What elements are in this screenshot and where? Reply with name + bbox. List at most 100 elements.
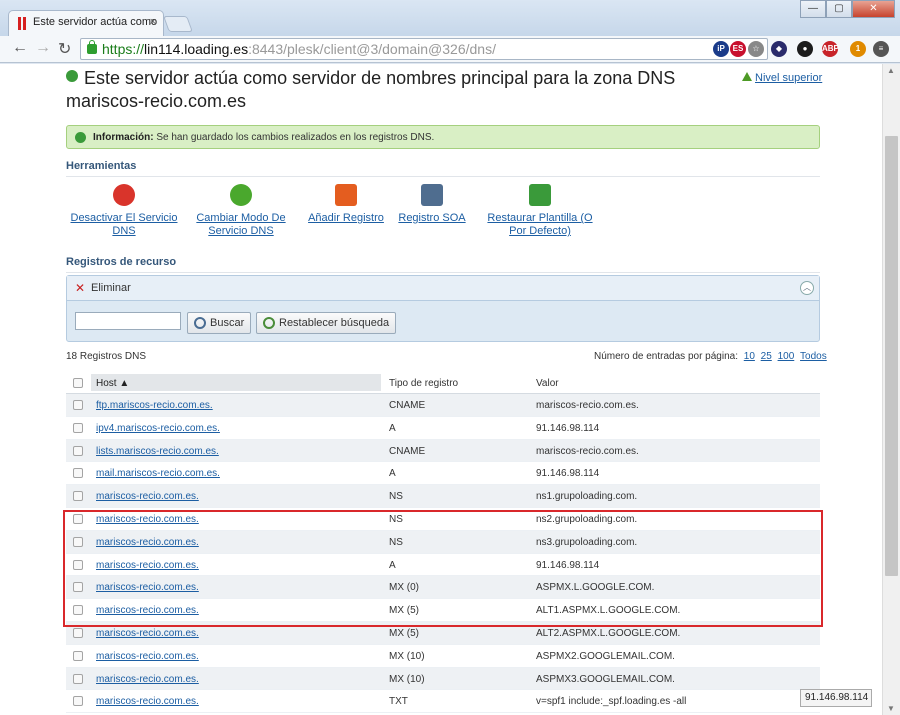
extension-icon[interactable]: iP: [713, 41, 729, 57]
per-page-all[interactable]: Todos: [800, 351, 827, 362]
record-value: ns2.grupoloading.com.: [536, 513, 638, 525]
row-checkbox[interactable]: [73, 468, 83, 479]
success-check-icon: [66, 70, 78, 82]
row-checkbox[interactable]: [73, 513, 83, 524]
row-checkbox[interactable]: [73, 650, 83, 661]
reset-search-button[interactable]: Restablecer búsqueda: [256, 312, 397, 334]
extension-icon[interactable]: ●: [797, 41, 813, 57]
records-heading: Registros de recurso: [66, 256, 820, 273]
record-value: ALT1.ASPMX.L.GOOGLE.COM.: [536, 605, 681, 617]
tool-power[interactable]: Desactivar El Servicio DNS: [70, 184, 178, 238]
table-row: ftp.mariscos-recio.com.es. CNAME mariscos-…: [66, 394, 820, 417]
record-value: ns1.grupoloading.com.: [536, 491, 638, 503]
collapse-icon[interactable]: ︿: [800, 281, 814, 295]
magnifier-icon: [194, 317, 206, 329]
page-content: Este servidor actúa como servidor de nom…: [0, 64, 882, 715]
record-value: ALT2.ASPMX.L.GOOGLE.COM.: [536, 627, 681, 639]
record-type: MX (10): [389, 673, 425, 685]
record-host-link[interactable]: mariscos-recio.com.es.: [96, 537, 199, 548]
scroll-down-icon[interactable]: ▼: [887, 704, 895, 713]
table-row: mariscos-recio.com.es. MX (5) ALT1.ASPMX.L…: [66, 599, 820, 622]
row-checkbox[interactable]: [73, 422, 83, 433]
record-host-link[interactable]: mariscos-recio.com.es.: [96, 582, 199, 593]
row-checkbox[interactable]: [73, 491, 83, 502]
record-type: A: [389, 559, 396, 571]
browser-toolbar: ← → ↻ https://lin114.loading.es:8443/ple…: [0, 36, 900, 63]
table-row: mail.mariscos-recio.com.es. A 91.146.98.11…: [66, 462, 820, 486]
extension-icon[interactable]: 1: [850, 41, 866, 57]
record-host-link[interactable]: mariscos-recio.com.es.: [96, 491, 199, 502]
record-value: ASPMX.L.GOOGLE.COM.: [536, 582, 655, 594]
table-row: mariscos-recio.com.es. NS ns1.grupoloading…: [66, 485, 820, 508]
scrollbar-thumb[interactable]: [885, 136, 898, 576]
maximize-button[interactable]: ▢: [826, 0, 852, 18]
record-host-link[interactable]: mariscos-recio.com.es.: [96, 674, 199, 685]
tab-close-icon[interactable]: ×: [150, 16, 156, 28]
per-page-10[interactable]: 10: [744, 351, 755, 362]
new-tab-button[interactable]: [163, 16, 193, 32]
table-row: mariscos-recio.com.es. MX (10) ASPMX3.GOOG…: [66, 667, 820, 691]
reset-icon: [263, 317, 275, 329]
up-level-link[interactable]: Nivel superior: [742, 72, 822, 84]
record-host-link[interactable]: mariscos-recio.com.es.: [96, 560, 199, 571]
extension-icon[interactable]: ≡: [873, 41, 889, 57]
extension-icon[interactable]: ABP: [822, 41, 839, 57]
search-input[interactable]: [75, 312, 181, 330]
forward-button[interactable]: →: [35, 39, 51, 57]
record-host-link[interactable]: mail.mariscos-recio.com.es.: [96, 468, 220, 479]
reload-button[interactable]: ↻: [58, 39, 71, 59]
record-host-link[interactable]: mariscos-recio.com.es.: [96, 628, 199, 639]
back-button[interactable]: ←: [12, 39, 28, 57]
delete-button[interactable]: Eliminar: [91, 282, 131, 294]
row-checkbox[interactable]: [73, 400, 83, 410]
column-type: Tipo de registro: [389, 378, 459, 389]
url-path: :8443/plesk/client@3/domain@326/dns/: [248, 41, 496, 57]
browser-tab[interactable]: Este servidor actúa como ×: [8, 10, 164, 36]
tool-document-check[interactable]: Restaurar Plantilla (O Por Defecto): [484, 184, 596, 238]
tool-flag-add[interactable]: Añadir Registro: [308, 184, 384, 225]
table-row: mariscos-recio.com.es. MX (0) ASPMX.L.GOOG…: [66, 576, 820, 600]
select-all-checkbox[interactable]: [73, 378, 83, 388]
row-checkbox[interactable]: [73, 536, 83, 547]
delete-icon: ✕: [75, 281, 86, 295]
record-host-link[interactable]: ftp.mariscos-recio.com.es.: [96, 400, 213, 411]
tool-refresh[interactable]: Cambiar Modo De Servicio DNS: [196, 184, 286, 238]
table-row: mariscos-recio.com.es. A 91.146.98.114: [66, 554, 820, 577]
per-page-100[interactable]: 100: [778, 351, 795, 362]
extension-icon[interactable]: ES: [730, 41, 746, 57]
record-host-link[interactable]: mariscos-recio.com.es.: [96, 651, 199, 662]
row-checkbox[interactable]: [73, 445, 83, 456]
browser-titlebar: Este servidor actúa como × — ▢ ✕: [0, 0, 900, 36]
record-type: MX (5): [389, 627, 419, 639]
record-value: ASPMX3.GOOGLEMAIL.COM.: [536, 673, 675, 685]
row-checkbox[interactable]: [73, 582, 83, 593]
page-scrollbar[interactable]: ▲ ▼: [882, 64, 900, 715]
table-row: mariscos-recio.com.es. NS ns3.grupoloading…: [66, 530, 820, 554]
record-host-link[interactable]: mariscos-recio.com.es.: [96, 514, 199, 525]
minimize-button[interactable]: —: [800, 0, 826, 18]
extension-icon[interactable]: ◆: [771, 41, 787, 57]
record-host-link[interactable]: mariscos-recio.com.es.: [96, 696, 199, 707]
row-checkbox[interactable]: [73, 696, 83, 707]
record-value: ASPMX2.GOOGLEMAIL.COM.: [536, 650, 675, 662]
records-toolbar: ✕ Eliminar ︿ Buscar Restablecer búsqueda: [66, 275, 820, 342]
tool-sliders[interactable]: Registro SOA: [398, 184, 466, 225]
lock-icon: [87, 40, 97, 54]
row-checkbox[interactable]: [73, 673, 83, 684]
extension-icon[interactable]: ☆: [748, 41, 764, 57]
per-page-25[interactable]: 25: [761, 351, 772, 362]
close-window-button[interactable]: ✕: [852, 0, 895, 18]
entries-per-page: Número de entradas por página: 10 25 100…: [594, 351, 827, 362]
row-checkbox[interactable]: [73, 559, 83, 570]
row-checkbox[interactable]: [73, 605, 83, 616]
address-bar[interactable]: https://lin114.loading.es:8443/plesk/cli…: [80, 38, 768, 60]
column-host[interactable]: Host ▲: [91, 374, 381, 391]
record-type: MX (5): [389, 605, 419, 617]
record-host-link[interactable]: mariscos-recio.com.es.: [96, 605, 199, 616]
scroll-up-icon[interactable]: ▲: [887, 66, 895, 75]
row-checkbox[interactable]: [73, 627, 83, 638]
table-row: mariscos-recio.com.es. NS ns2.grupoloading…: [66, 508, 820, 531]
search-button[interactable]: Buscar: [187, 312, 252, 334]
record-host-link[interactable]: lists.mariscos-recio.com.es.: [96, 446, 219, 457]
record-host-link[interactable]: ipv4.mariscos-recio.com.es.: [96, 423, 220, 434]
